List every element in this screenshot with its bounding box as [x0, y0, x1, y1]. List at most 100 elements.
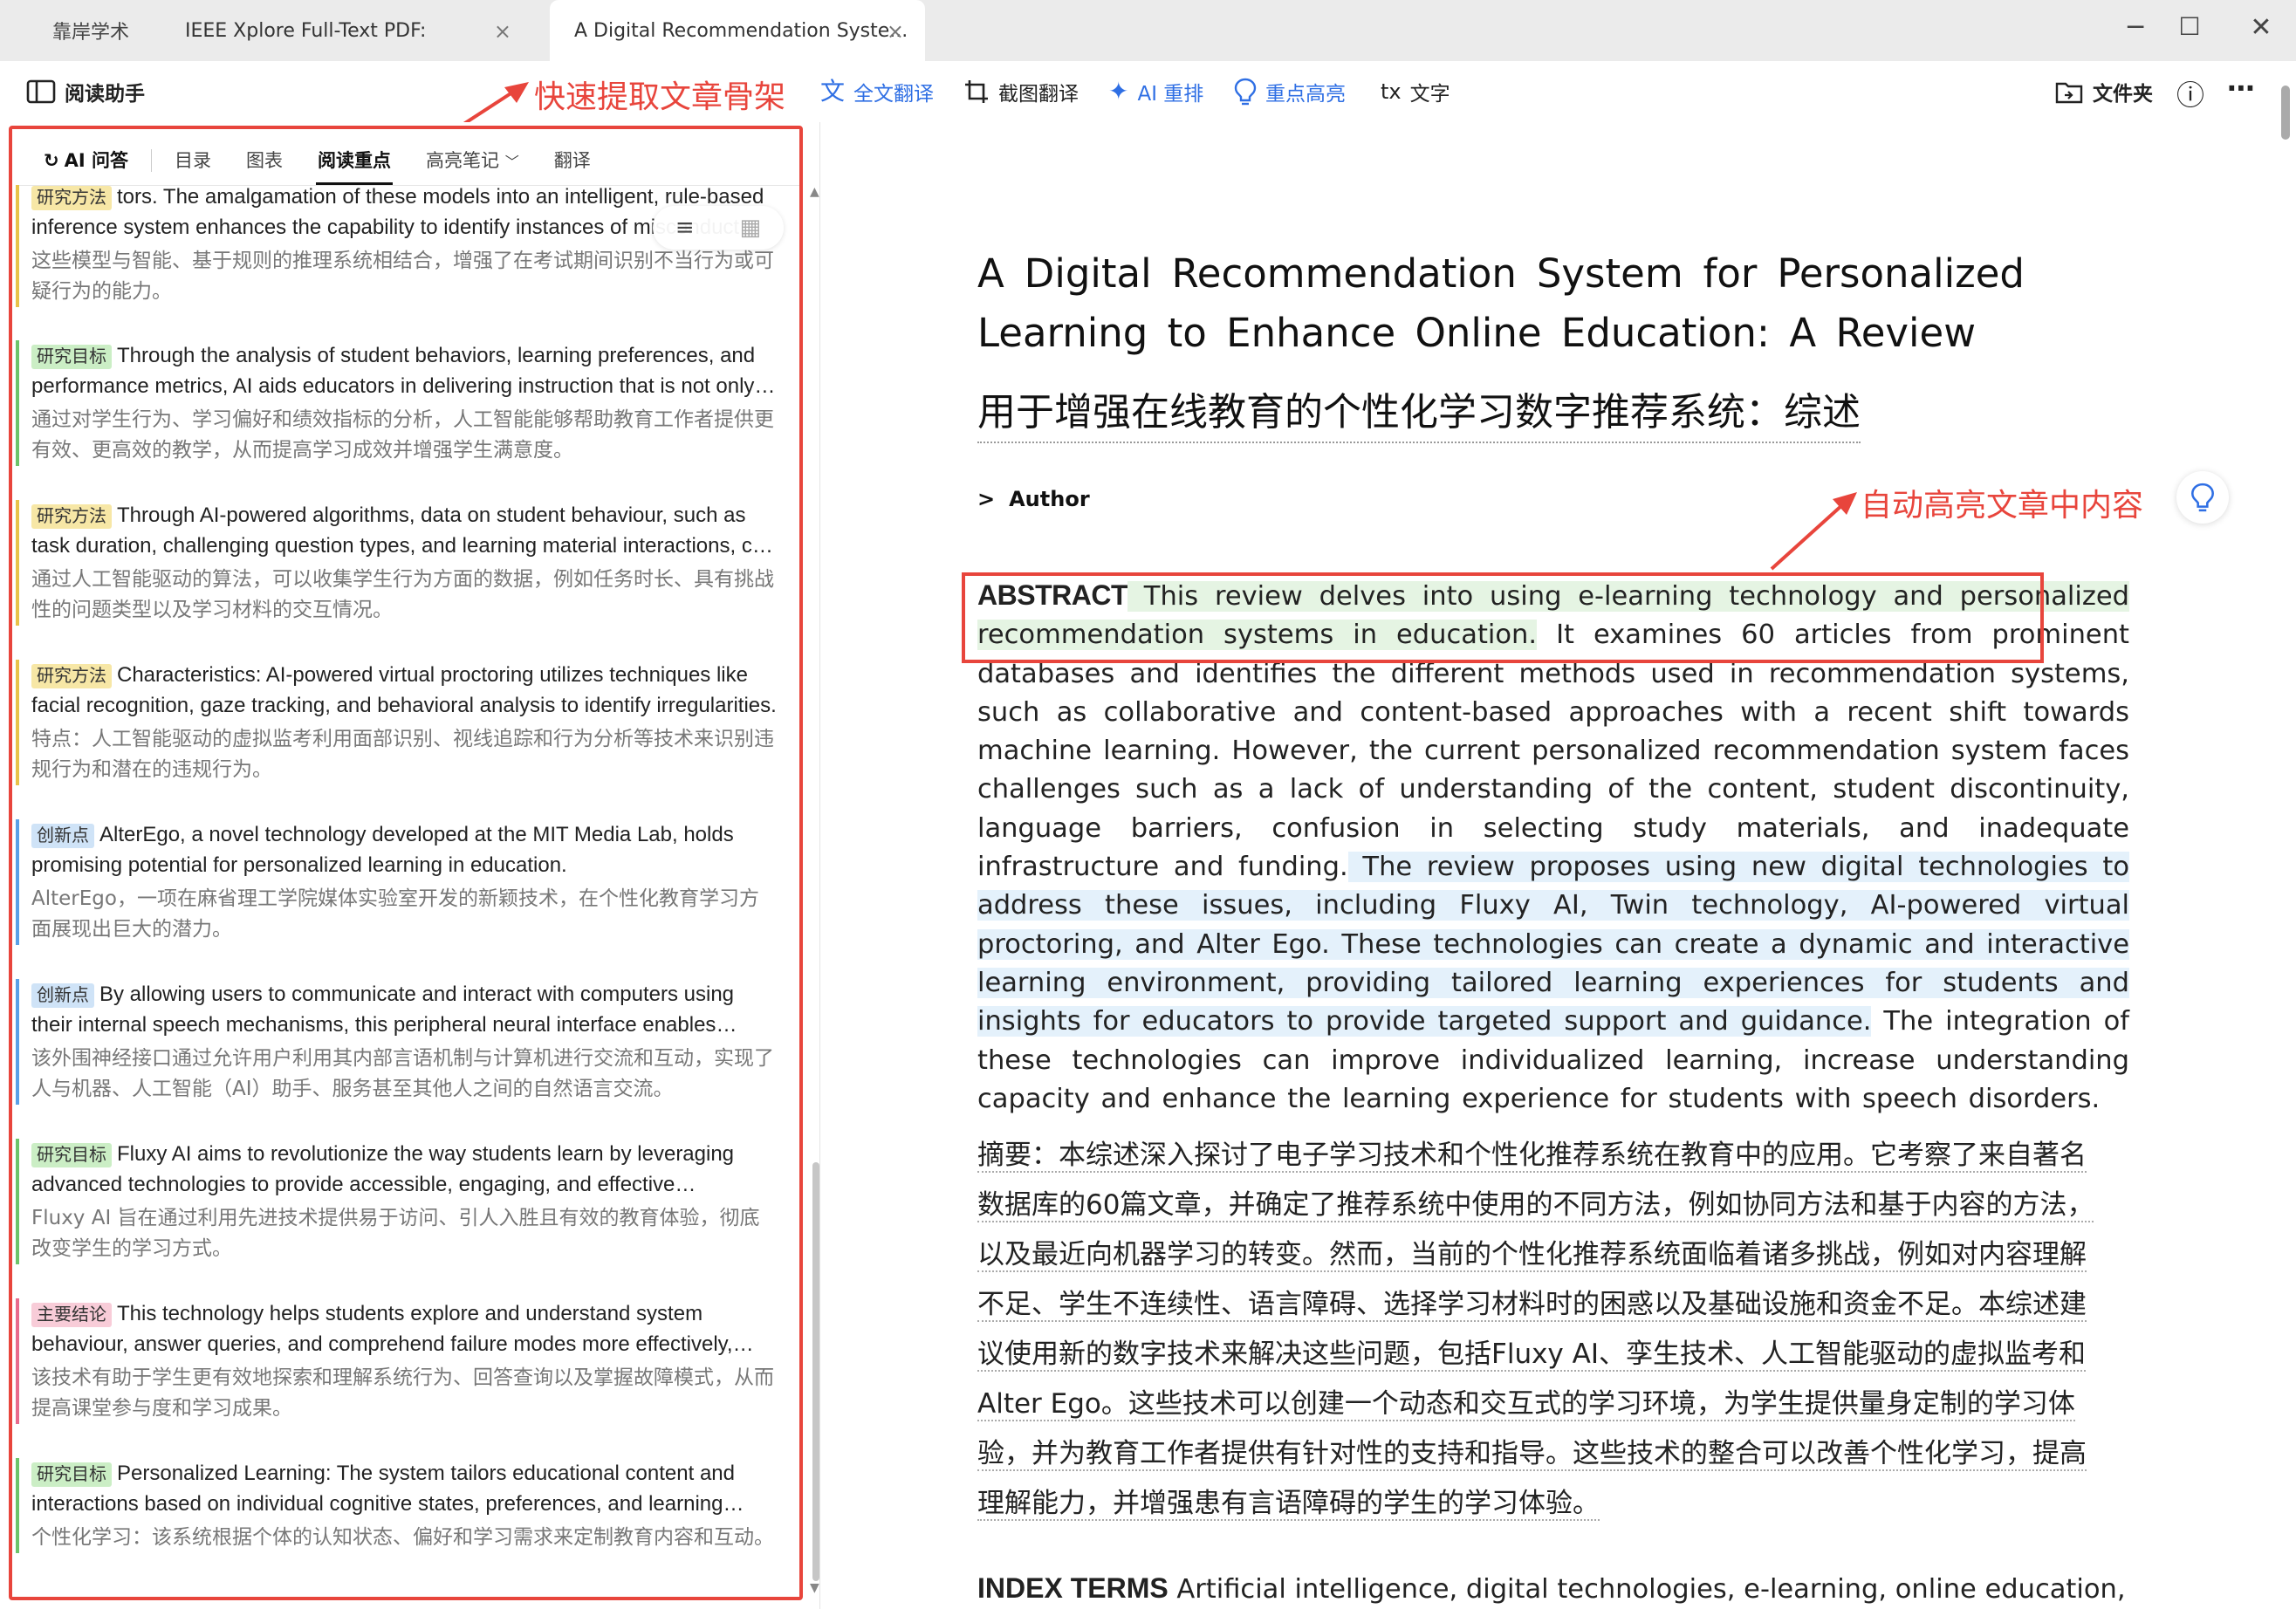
chevron-right-icon: > — [977, 487, 996, 511]
list-item[interactable]: 主要结论 This technology helps students explo… — [16, 1298, 789, 1424]
assistant-subtabs: ↻ AI 问答 目录 图表 阅读重点 高亮笔记 ﹀ 翻译 — [26, 136, 608, 185]
tab-close-icon[interactable]: × — [494, 19, 511, 44]
full-translate-button[interactable]: 文 全文翻译 — [820, 77, 934, 106]
tab-ai-qa[interactable]: ↻ AI 问答 — [26, 136, 146, 185]
reading-assistant-button[interactable]: 阅读助手 — [26, 77, 145, 106]
info-icon[interactable]: ⓘ — [2176, 73, 2204, 113]
annotation-highlight-label: 自动高亮文章中内容 — [1861, 488, 2144, 524]
list-item[interactable]: 研究方法 Through AI-powered algorithms, data … — [16, 500, 789, 626]
folder-export-icon — [2055, 82, 2083, 104]
list-view-icon[interactable]: ≡ — [675, 215, 695, 241]
tab-label: A Digital Recommendation Syste... — [574, 19, 908, 42]
sidebar-toggle-icon — [26, 79, 56, 104]
key-points-list: 研究方法 tors. The amalgamation of these mode… — [16, 185, 789, 1597]
minimize-button[interactable]: ─ — [2114, 12, 2157, 43]
note-cn: 通过对学生行为、学习偏好和绩效指标的分析，人工智能能够帮助教育工作者提供更有效、… — [31, 408, 774, 462]
note-en: 主要结论 This technology helps students explo… — [31, 1298, 778, 1359]
maximize-button[interactable]: ☐ — [2168, 12, 2211, 41]
tab-kaoan[interactable]: 靠岸学术 — [0, 0, 157, 61]
note-cn: 该外围神经接口通过允许用户利用其内部言语机制与计算机进行交流和互动，实现了人与机… — [31, 1047, 774, 1100]
browser-tab-bar: 靠岸学术 IEEE Xplore Full-Text PDF: × A Digi… — [0, 0, 2296, 61]
list-item[interactable]: 创新点 AlterEgo, a novel technology develope… — [16, 819, 789, 945]
refresh-icon: ↻ — [44, 150, 59, 171]
tag-conclusion: 主要结论 — [31, 1303, 112, 1327]
ai-rearrange-button[interactable]: ✦ AI 重排 — [1108, 77, 1203, 106]
index-terms: INDEX TERMS Artificial intelligence, dig… — [977, 1569, 2129, 1609]
translate-icon: 文 — [820, 77, 846, 106]
annotation-skeleton-label: 快速提取文章骨架 — [534, 79, 786, 115]
highlight-button[interactable]: 重点高亮 — [1234, 77, 1346, 106]
tab-key-points[interactable]: 阅读重点 — [300, 136, 408, 185]
note-en-text: Fluxy AI aims to revolutionize the way s… — [31, 1142, 735, 1196]
document-scrollbar[interactable] — [2279, 80, 2292, 1607]
tag-goal: 研究目标 — [31, 1143, 112, 1167]
note-en-text: Personalized Learning: The system tailor… — [31, 1462, 735, 1516]
tab-active-document[interactable]: A Digital Recommendation Syste... × — [550, 0, 925, 61]
abstract-translation-text: 摘要：本综述深入探讨了电子学习技术和个性化推荐系统在教育中的应用。它考察了来自著… — [977, 1140, 2094, 1521]
tag-method: 研究方法 — [31, 186, 112, 210]
full-translate-label: 全文翻译 — [853, 83, 935, 106]
page-title: A Digital Recommendation System for Pers… — [977, 250, 2025, 356]
abstract-text: It examines 60 articles from prominent d… — [977, 620, 2129, 883]
reader-toolbar: 阅读助手 文 全文翻译 截图翻译 ✦ AI 重排 重点高亮 tx 文字 文件夹 … — [0, 61, 2296, 122]
note-en-text: Through the analysis of student behavior… — [31, 344, 756, 398]
text-button[interactable]: tx 文字 — [1381, 77, 1450, 106]
tab-ai-qa-label: AI 问答 — [64, 150, 128, 171]
folder-button[interactable]: 文件夹 — [2054, 77, 2153, 106]
tab-label: 靠岸学术 — [52, 22, 130, 44]
bulb-icon — [1234, 78, 1257, 106]
tag-method: 研究方法 — [31, 664, 112, 688]
tab-toc[interactable]: 目录 — [157, 136, 229, 185]
chevron-down-icon: ﹀ — [504, 154, 519, 170]
tab-close-icon[interactable]: × — [887, 19, 904, 44]
note-en-text: This technology helps students explore a… — [31, 1302, 733, 1356]
scrollbar-thumb[interactable] — [2281, 86, 2290, 140]
sparkle-icon: ✦ — [1108, 77, 1129, 106]
list-item[interactable]: 研究目标 Through the analysis of student beha… — [16, 340, 789, 466]
note-cn: 个性化学习：该系统根据个体的认知状态、偏好和学习需求来定制教育内容和互动。 — [31, 1526, 774, 1549]
tab-translate[interactable]: 翻译 — [537, 136, 608, 185]
annotation-arrow-icon — [1770, 492, 1857, 571]
ai-rearrange-label: AI 重排 — [1137, 83, 1204, 106]
note-en-text: By allowing users to communicate and int… — [31, 983, 735, 1037]
abstract-translation: 摘要：本综述深入探讨了电子学习技术和个性化推荐系统在教育中的应用。它考察了来自著… — [977, 1131, 2112, 1529]
list-item[interactable]: 研究目标 Personalized Learning: The system ta… — [16, 1458, 789, 1553]
tab-ieee-pdf[interactable]: IEEE Xplore Full-Text PDF: × — [157, 0, 532, 61]
note-en: 研究目标 Fluxy AI aims to revolutionize the w… — [31, 1139, 778, 1200]
reading-assistant-label: 阅读助手 — [65, 83, 145, 106]
highlight-bulb-button[interactable] — [2176, 471, 2229, 524]
close-window-button[interactable]: ✕ — [2239, 12, 2283, 43]
left-scrollbar[interactable]: ▲ ▼ — [810, 185, 820, 1599]
index-terms-text: Artificial intelligence, digital technol… — [1168, 1574, 2126, 1605]
tab-figures[interactable]: 图表 — [229, 136, 300, 185]
note-cn: 这些模型与智能、基于规则的推理系统相结合，增强了在考试期间识别不当行为或可疑行为… — [31, 250, 774, 303]
note-en: 研究方法 Through AI-powered algorithms, data … — [31, 500, 778, 561]
scroll-up-icon[interactable]: ▲ — [810, 185, 819, 199]
note-cn: 特点：人工智能驱动的虚拟监考利用面部识别、视线追踪和行为分析等技术来识别违规行为… — [31, 728, 774, 781]
note-en: 创新点 AlterEgo, a novel technology develope… — [31, 819, 778, 880]
screenshot-translate-button[interactable]: 截图翻译 — [963, 77, 1079, 106]
screenshot-translate-label: 截图翻译 — [998, 83, 1079, 106]
list-item[interactable]: 研究目标 Fluxy AI aims to revolutionize the w… — [16, 1139, 789, 1264]
scroll-down-icon[interactable]: ▼ — [810, 1581, 819, 1595]
list-item[interactable]: 创新点 By allowing users to communicate and … — [16, 979, 789, 1105]
scrollbar-thumb[interactable] — [812, 1162, 819, 1581]
divider — [151, 149, 152, 172]
tab-highlight-notes[interactable]: 高亮笔记 ﹀ — [408, 136, 537, 185]
tag-innovation: 创新点 — [31, 824, 94, 848]
more-icon[interactable]: ⋯ — [2227, 72, 2255, 105]
note-en: 研究方法 Characteristics: AI-powered virtual … — [31, 660, 778, 721]
abstract-keyword: ABSTRACT — [977, 579, 1127, 611]
tag-goal: 研究目标 — [31, 345, 112, 369]
abstract-paragraph: ABSTRACT This review delves into using e… — [977, 576, 2129, 1119]
tab-notes-label: 高亮笔记 — [426, 150, 499, 171]
author-label: Author — [1009, 487, 1090, 511]
index-terms-keyword: INDEX TERMS — [977, 1572, 1169, 1604]
bulb-icon — [2191, 483, 2214, 512]
text-label: 文字 — [1409, 83, 1450, 106]
grid-view-icon[interactable]: ▦ — [740, 215, 762, 241]
page-title-translation: 用于增强在线教育的个性化学习数字推荐系统：综述 — [977, 380, 1861, 443]
list-item[interactable]: 研究方法 Characteristics: AI-powered virtual … — [16, 660, 789, 785]
note-en: 研究目标 Personalized Learning: The system ta… — [31, 1458, 778, 1519]
note-cn: 该技术有助于学生更有效地探索和理解系统行为、回答查询以及掌握故障模式，从而提高课… — [31, 1366, 774, 1420]
